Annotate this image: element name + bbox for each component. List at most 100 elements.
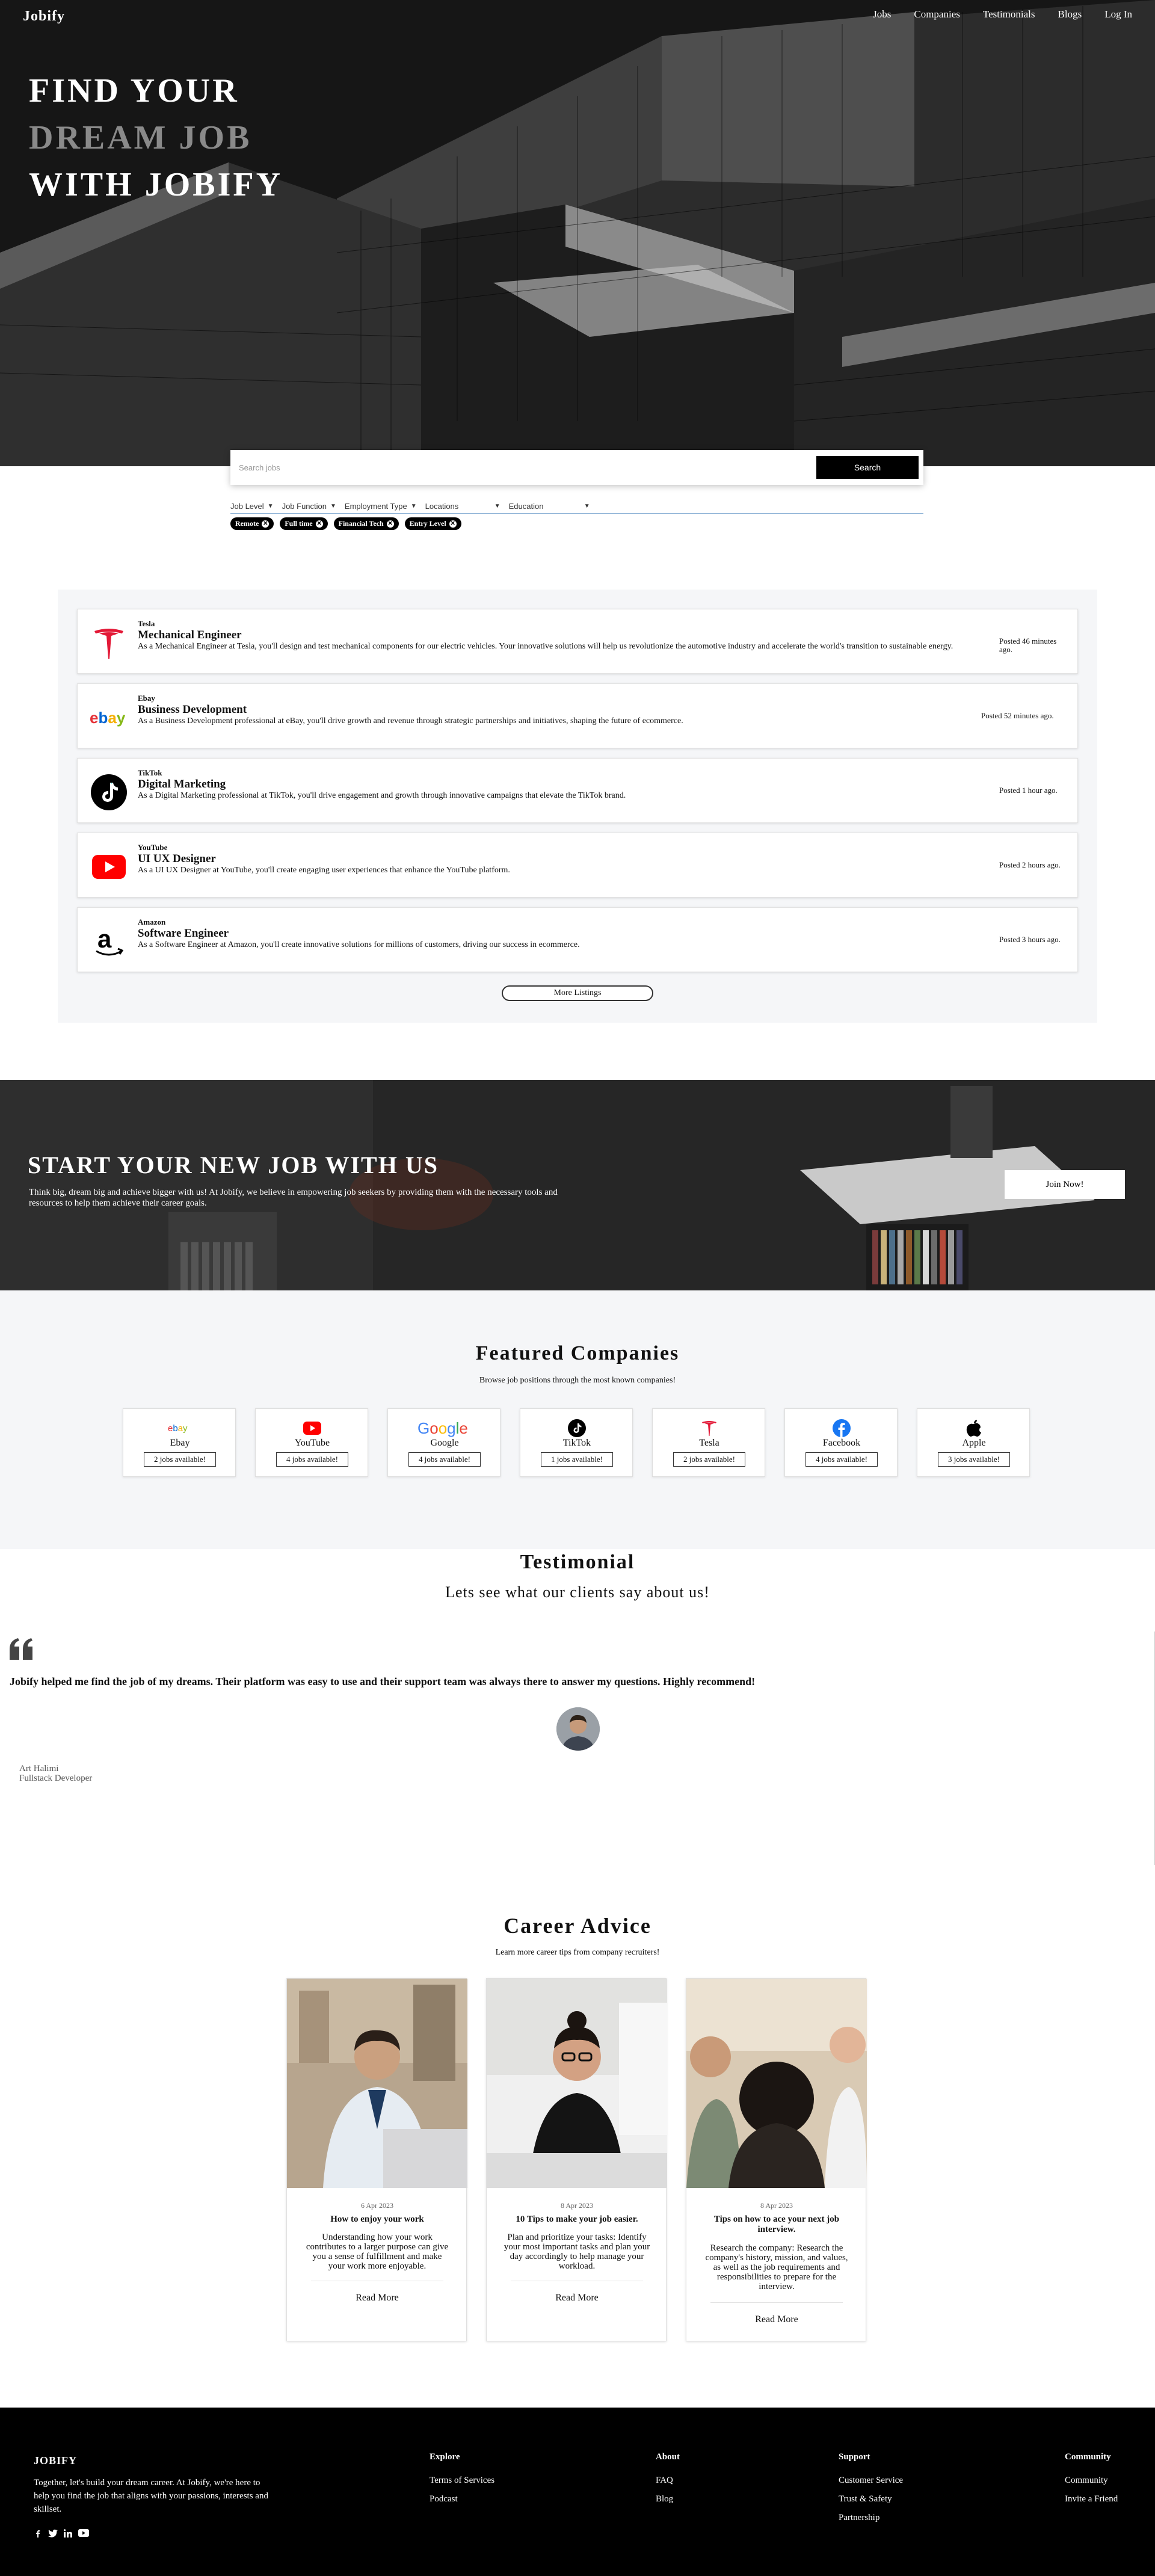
footer-link[interactable]: Community xyxy=(1065,2476,1118,2486)
job-card[interactable]: Tesla Mechanical Engineer As a Mechanica… xyxy=(77,609,1078,674)
filter-row: Job Level ▼ Job Function ▼ Employment Type… xyxy=(230,499,923,514)
filter-locations[interactable]: Locations ▼ xyxy=(425,499,500,513)
ebay-logo-icon: ebay xyxy=(90,698,128,737)
nav-link-testimonials[interactable]: Testimonials xyxy=(983,8,1035,20)
job-card[interactable]: TikTok Digital Marketing As a Digital Ma… xyxy=(77,758,1078,823)
company-card-tesla[interactable]: Tesla 2 jobs available! xyxy=(652,1408,765,1477)
company-card-ebay[interactable]: ebay Ebay 2 jobs available! xyxy=(123,1408,236,1477)
chip-label: Full time xyxy=(285,519,313,528)
footer-column-about: About FAQ Blog xyxy=(656,2452,680,2513)
filter-job-function[interactable]: Job Function ▼ xyxy=(282,499,336,513)
company-card-apple[interactable]: Apple 3 jobs available! xyxy=(917,1408,1030,1477)
chevron-down-icon: ▼ xyxy=(494,503,500,510)
search-input[interactable] xyxy=(239,459,816,476)
read-more-link[interactable]: Read More xyxy=(287,2293,467,2303)
footer-link[interactable]: Invite a Friend xyxy=(1065,2494,1118,2504)
chip-label: Financial Tech xyxy=(338,519,384,528)
chip-full-time[interactable]: Full time ✕ xyxy=(280,517,328,530)
footer-link[interactable]: Partnership xyxy=(839,2513,903,2523)
company-card-tiktok[interactable]: TikTok 1 jobs available! xyxy=(520,1408,633,1477)
chip-entry-level[interactable]: Entry Level ✕ xyxy=(404,517,461,530)
search-button[interactable]: Search xyxy=(816,456,919,479)
svg-text:ebay: ebay xyxy=(168,1423,188,1434)
footer-column-title: About xyxy=(656,2452,680,2462)
job-posted-time: Posted 2 hours ago. xyxy=(999,860,1061,869)
job-card[interactable]: ebay Ebay Business Development As a Busi… xyxy=(77,683,1078,748)
filter-label: Education xyxy=(508,502,544,511)
company-card-youtube[interactable]: YouTube 4 jobs available! xyxy=(255,1408,368,1477)
read-more-link[interactable]: Read More xyxy=(487,2293,667,2303)
chip-remote[interactable]: Remote ✕ xyxy=(230,517,274,530)
post-date: 8 Apr 2023 xyxy=(760,2201,793,2210)
company-name: Facebook xyxy=(822,1438,861,1448)
job-title: Digital Marketing xyxy=(138,778,226,790)
post-date: 6 Apr 2023 xyxy=(361,2201,393,2210)
company-jobs-count: 1 jobs available! xyxy=(541,1452,613,1467)
close-icon[interactable]: ✕ xyxy=(386,520,394,528)
job-title: Business Development xyxy=(138,703,247,716)
company-card-facebook[interactable]: Facebook 4 jobs available! xyxy=(784,1408,898,1477)
nav-link-companies[interactable]: Companies xyxy=(914,8,960,20)
youtube-logo-icon xyxy=(256,1419,369,1438)
youtube-logo-icon xyxy=(90,848,128,886)
social-links xyxy=(34,2529,89,2541)
facebook-icon[interactable] xyxy=(34,2529,42,2541)
read-more-link[interactable]: Read More xyxy=(686,2314,867,2325)
cta-office-image xyxy=(0,1080,1155,1290)
footer-column-title: Explore xyxy=(430,2452,460,2462)
footer-link[interactable]: Trust & Safety xyxy=(839,2494,903,2504)
job-company: Amazon xyxy=(138,917,166,926)
svg-text:Google: Google xyxy=(417,1419,468,1437)
filter-label: Locations xyxy=(425,502,459,511)
footer-link[interactable]: Terms of Services xyxy=(430,2476,494,2486)
youtube-icon[interactable] xyxy=(78,2529,89,2541)
footer-link[interactable]: Blog xyxy=(656,2494,680,2504)
company-name: TikTok xyxy=(562,1438,591,1448)
filter-employment-type[interactable]: Employment Type ▼ xyxy=(345,499,417,513)
job-card[interactable]: YouTube UI UX Designer As a UI UX Design… xyxy=(77,833,1078,898)
filter-job-level[interactable]: Job Level ▼ xyxy=(230,499,274,513)
tesla-logo-icon xyxy=(653,1419,766,1438)
footer-link[interactable]: Podcast xyxy=(430,2494,494,2504)
job-company: YouTube xyxy=(138,843,168,852)
twitter-icon[interactable] xyxy=(48,2529,58,2541)
post-description: Understanding how your work contributes … xyxy=(306,2232,449,2271)
footer-link[interactable]: FAQ xyxy=(656,2476,680,2486)
blog-post-card[interactable]: 8 Apr 2023 Tips on how to ace your next … xyxy=(686,1978,867,2341)
testimonial-subtitle: Lets see what our clients say about us! xyxy=(445,1583,710,1601)
filter-label: Job Function xyxy=(282,502,327,511)
blog-post-card[interactable]: 6 Apr 2023 How to enjoy your work Unders… xyxy=(286,1978,467,2341)
job-title: Mechanical Engineer xyxy=(138,629,242,641)
testimonial-author: Art Halimi Fullstack Developer xyxy=(19,1764,92,1783)
company-jobs-count: 4 jobs available! xyxy=(805,1452,878,1467)
footer-brand[interactable]: JOBIFY xyxy=(34,2454,77,2467)
nav-link-login[interactable]: Log In xyxy=(1104,8,1132,20)
job-text: Amazon Software Engineer As a Software E… xyxy=(138,917,980,950)
company-name: Google xyxy=(430,1438,459,1448)
job-card[interactable]: a Amazon Software Engineer As a Software… xyxy=(77,907,1078,972)
close-icon[interactable]: ✕ xyxy=(262,520,270,528)
blog-post-card[interactable]: 8 Apr 2023 10 Tips to make your job easi… xyxy=(486,1978,667,2341)
brand-logo[interactable]: Jobify xyxy=(23,8,65,25)
nav-link-blogs[interactable]: Blogs xyxy=(1058,8,1082,20)
company-card-google[interactable]: Google Google 4 jobs available! xyxy=(387,1408,500,1477)
search-bar: Search xyxy=(230,450,923,485)
job-company: Ebay xyxy=(138,694,155,703)
join-now-button[interactable]: Join Now! xyxy=(1005,1170,1125,1199)
company-jobs-count: 4 jobs available! xyxy=(276,1452,348,1467)
close-icon[interactable]: ✕ xyxy=(449,520,457,528)
linkedin-icon[interactable] xyxy=(63,2529,72,2541)
post-image xyxy=(487,1979,667,2188)
chip-financial-tech[interactable]: Financial Tech ✕ xyxy=(333,517,399,530)
job-description: As a UI UX Designer at YouTube, you'll c… xyxy=(138,866,510,875)
close-icon[interactable]: ✕ xyxy=(315,520,323,528)
nav-links: Jobs Companies Testimonials Blogs Log In xyxy=(873,8,1132,20)
job-company: TikTok xyxy=(138,768,162,777)
more-listings-button[interactable]: More Listings xyxy=(502,985,653,1001)
nav-link-jobs[interactable]: Jobs xyxy=(873,8,891,20)
job-company: Tesla xyxy=(138,619,155,628)
footer-description: Together, let's build your dream career.… xyxy=(34,2478,268,2514)
footer-link[interactable]: Customer Service xyxy=(839,2476,903,2486)
filter-education[interactable]: Education ▼ xyxy=(509,499,590,513)
company-name: YouTube xyxy=(294,1438,330,1448)
